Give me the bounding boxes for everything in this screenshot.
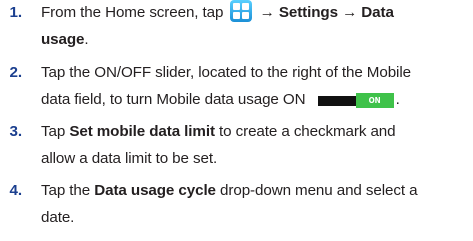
step-4-line-1: Tap the Data usage cycle drop-down menu … <box>41 178 418 204</box>
step-1-text: From the Home screen, tap <box>41 4 224 21</box>
set-mobile-data-limit-label: Set mobile data limit <box>69 123 215 140</box>
toggle-on-label: ON <box>355 93 394 108</box>
step-3-number: 3. <box>9 123 23 140</box>
step-1-line-1: From the Home screen, tap → Settings → D… <box>41 0 394 26</box>
step-1-number: 1. <box>9 4 23 21</box>
apps-grid-icon <box>230 0 253 22</box>
step-2-line-1: Tap the ON/OFF slider, located to the ri… <box>41 64 411 81</box>
step-3-line-1: Tap Set mobile data limit to create a ch… <box>41 119 396 145</box>
step-3-line-2: allow a data limit to be set. <box>41 150 218 167</box>
step-2-text: data field, to turn Mobile data usage ON <box>41 91 306 108</box>
step-2-line-2: data field, to turn Mobile data usage ON… <box>41 87 400 113</box>
step-3-text-post: to create a checkmark and <box>219 123 396 140</box>
step-3-text-pre: Tap <box>41 123 66 140</box>
step-4-text-post: drop-down menu and select a <box>220 182 418 199</box>
arrow-right-icon: → <box>342 4 358 21</box>
data-usage-cycle-label: Data usage cycle <box>94 182 216 199</box>
instruction-list: 1. From the Home screen, tap → Settings … <box>0 0 473 241</box>
settings-label: Settings <box>278 4 338 21</box>
on-off-toggle-icon: ON <box>317 93 396 108</box>
arrow-right-icon: → <box>259 4 275 21</box>
data-usage-label-part2: usage <box>41 31 85 48</box>
data-usage-label-part1: Data <box>361 4 394 21</box>
step-1-period: . <box>84 31 89 48</box>
step-4-line-2: date. <box>41 209 75 226</box>
step-4-text-pre: Tap the <box>41 182 91 199</box>
step-2-period: . <box>395 91 400 108</box>
step-1-line-2: usage. <box>41 27 89 53</box>
step-4-number: 4. <box>9 182 23 199</box>
step-2-number: 2. <box>9 64 23 81</box>
